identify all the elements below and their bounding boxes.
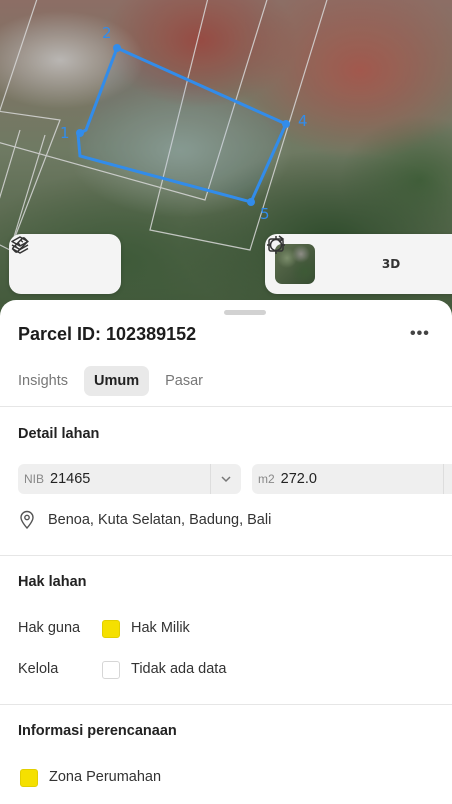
rotate-button[interactable] (268, 235, 452, 282)
field-separator (443, 464, 444, 494)
area-prefix: m2 (258, 472, 275, 486)
zone-swatch (20, 769, 38, 787)
3d-label: 3D (381, 257, 401, 271)
tab-umum[interactable]: Umum (83, 366, 150, 396)
location-text: Benoa, Kuta Selatan, Badung, Bali (48, 512, 272, 528)
rights-label-hak-guna: Hak guna (18, 620, 81, 636)
vertex-label: 4 (298, 112, 308, 130)
area-value: 272.0 (280, 471, 317, 487)
no-data-swatch (102, 661, 120, 679)
nib-prefix: NIB (24, 472, 45, 486)
rights-label-kelola: Kelola (18, 661, 59, 677)
measure-icon (12, 237, 28, 253)
locate-button[interactable] (267, 236, 363, 282)
more-options-button[interactable]: ••• (410, 325, 430, 343)
rights-value-kelola: Tidak ada data (131, 661, 227, 677)
sheet-drag-handle[interactable] (224, 310, 266, 315)
tab-bar: Insights Umum Pasar (8, 366, 213, 396)
nib-select[interactable]: NIB 21465 (18, 464, 241, 494)
tab-pasar[interactable]: Pasar (155, 366, 213, 396)
rotate-icon (268, 235, 285, 252)
location-row: Benoa, Kuta Selatan, Badung, Bali (18, 510, 271, 530)
zone-label: Zona Perumahan (49, 769, 162, 785)
map-view-group: 3D (265, 234, 452, 294)
area-field[interactable]: m2 272.0 (252, 464, 452, 494)
divider (0, 704, 452, 705)
chevron-down-icon (210, 464, 241, 494)
divider (0, 406, 452, 407)
section-title-planning: Informasi perencanaan (18, 723, 177, 739)
tab-insights[interactable]: Insights (8, 366, 78, 396)
location-pin-icon (20, 510, 34, 530)
nib-value: 21465 (50, 471, 91, 487)
vertex-label: 5 (260, 205, 270, 223)
vertex-label: 1 (60, 124, 70, 142)
divider (0, 555, 452, 556)
parcel-title: Parcel ID: 102389152 (18, 324, 197, 344)
map-view[interactable]: 2 1 4 5 3D (0, 0, 452, 330)
parcel-sheet: Parcel ID: 102389152 ••• Insights Umum P… (0, 300, 452, 804)
section-title-land-rights: Hak lahan (18, 574, 87, 590)
hak-milik-swatch (102, 620, 120, 638)
rights-value-hak-guna: Hak Milik (131, 620, 190, 636)
selected-parcel (76, 45, 288, 204)
measure-button[interactable] (12, 237, 111, 282)
map-tools-group (9, 234, 121, 294)
section-title-land-detail: Detail lahan (18, 426, 100, 442)
3d-button[interactable]: 3D (373, 246, 409, 282)
vertex-label: 2 (102, 24, 112, 42)
